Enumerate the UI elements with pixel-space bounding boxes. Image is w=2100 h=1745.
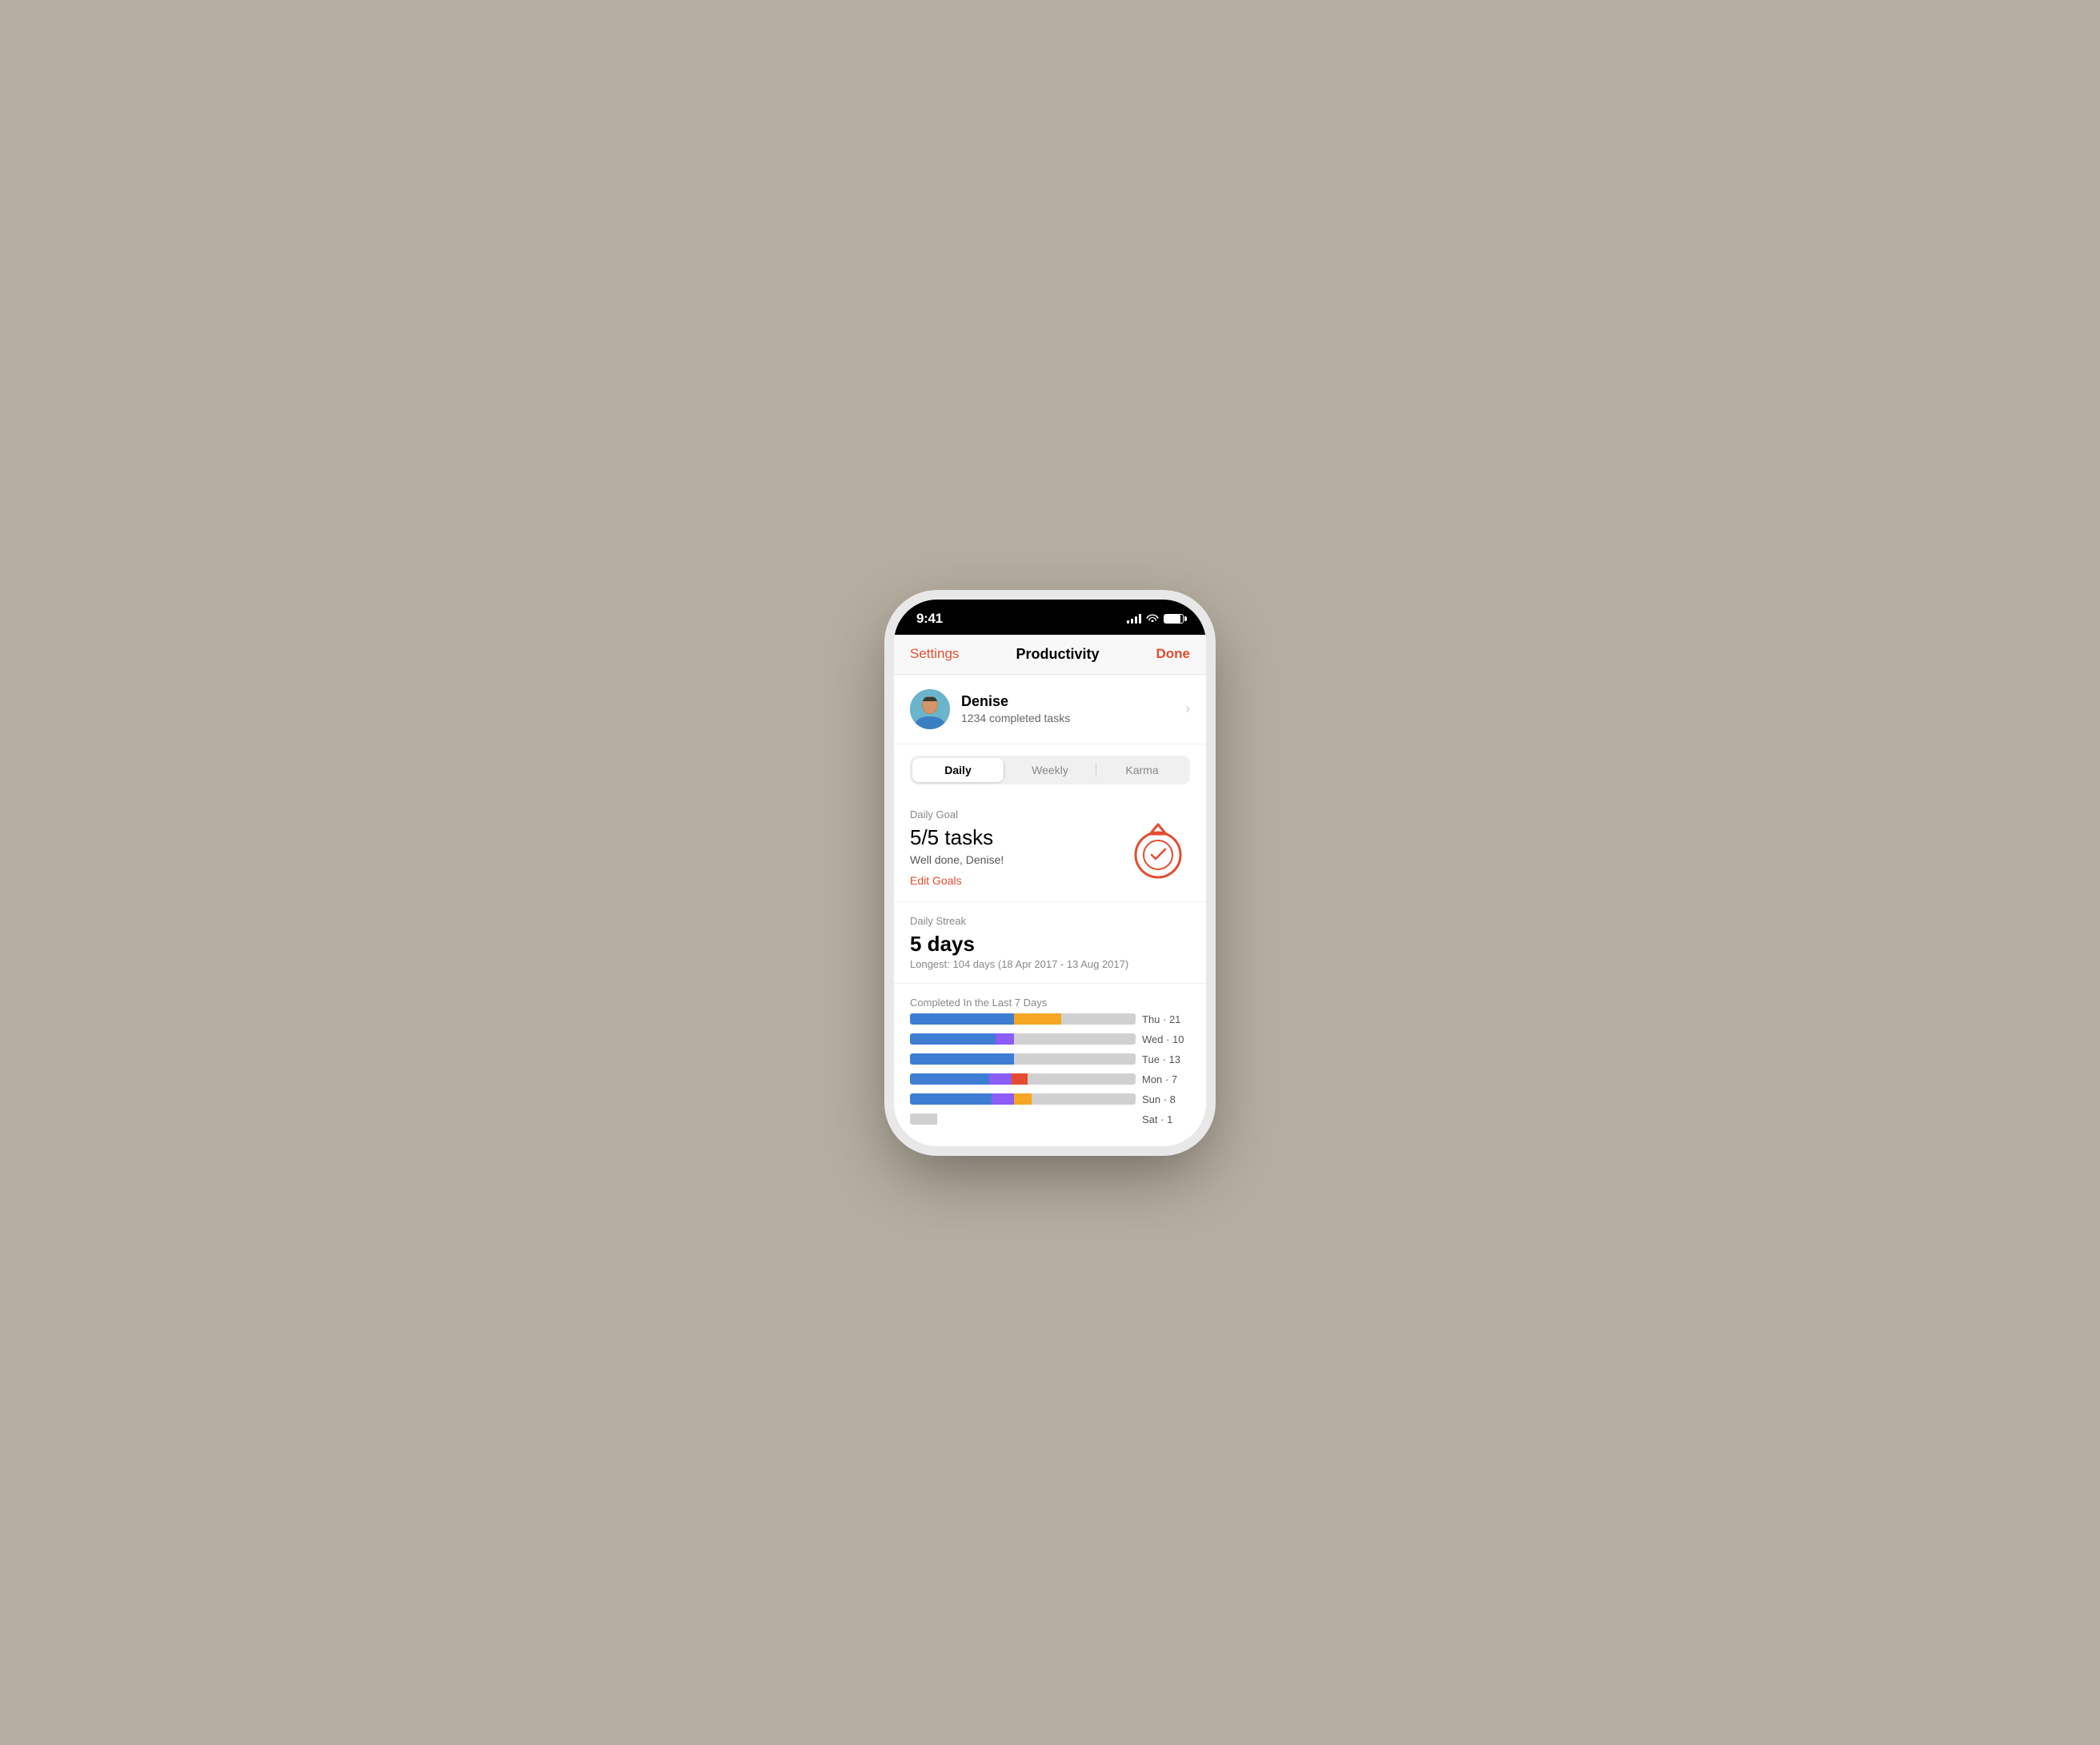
chart-day-label: Tue · 13 bbox=[1142, 1053, 1190, 1065]
tab-segment-control: Daily Weekly Karma bbox=[910, 756, 1190, 784]
goal-tasks-suffix: tasks bbox=[939, 825, 993, 849]
settings-button[interactable]: Settings bbox=[910, 646, 959, 662]
daily-goal-section: Daily Goal 5/5 tasks Well done, Denise! … bbox=[894, 796, 1206, 902]
done-button[interactable]: Done bbox=[1156, 646, 1191, 662]
completed-section: Completed In the Last 7 Days Thu · 21 Wed… bbox=[894, 984, 1206, 1146]
status-icons bbox=[1127, 612, 1184, 624]
bar-container bbox=[910, 1093, 1136, 1105]
daily-goal-label: Daily Goal bbox=[910, 808, 1126, 820]
streak-value: 5 days bbox=[910, 932, 1190, 957]
gray-bar-segment bbox=[1014, 1053, 1136, 1065]
tab-daily[interactable]: Daily bbox=[912, 758, 1004, 782]
user-profile-row[interactable]: Denise 1234 completed tasks › bbox=[894, 675, 1206, 744]
completed-label: Completed In the Last 7 Days bbox=[910, 997, 1190, 1009]
bar-container bbox=[910, 1073, 1136, 1085]
chart-rows: Thu · 21 Wed · 10 Tue · 13 Mon · 7 Sun · 8 Sa… bbox=[910, 1013, 1190, 1125]
gray-bar-segment bbox=[1014, 1033, 1136, 1045]
chart-day-label: Wed · 10 bbox=[1142, 1033, 1190, 1045]
bar-container bbox=[910, 1013, 1136, 1025]
blue-bar-segment bbox=[910, 1073, 989, 1085]
chart-day-label: Thu · 21 bbox=[1142, 1013, 1190, 1025]
avatar bbox=[910, 689, 950, 729]
blue-bar-segment bbox=[910, 1033, 996, 1045]
gray-bar-segment bbox=[1028, 1073, 1136, 1085]
status-bar: 9:41 bbox=[894, 600, 1206, 635]
bar-container bbox=[910, 1033, 1136, 1045]
chart-row: Wed · 10 bbox=[910, 1033, 1190, 1045]
blue-bar-segment bbox=[910, 1093, 992, 1105]
bar-container bbox=[910, 1053, 1136, 1065]
daily-goal-subtitle: Well done, Denise! bbox=[910, 853, 1126, 866]
daily-goal-value: 5/5 tasks bbox=[910, 825, 1126, 850]
bar-container bbox=[910, 1113, 1136, 1125]
streak-longest: Longest: 104 days (18 Apr 2017 - 13 Aug … bbox=[910, 958, 1190, 970]
signal-icon bbox=[1127, 614, 1141, 624]
daily-streak-section: Daily Streak 5 days Longest: 104 days (1… bbox=[894, 902, 1206, 984]
nav-bar: Settings Productivity Done bbox=[894, 635, 1206, 675]
chart-row: Mon · 7 bbox=[910, 1073, 1190, 1085]
wifi-icon bbox=[1146, 612, 1159, 624]
chart-day-label: Sat · 1 bbox=[1142, 1113, 1190, 1125]
user-name: Denise bbox=[961, 693, 1185, 710]
orange-bar-segment bbox=[1014, 1093, 1032, 1105]
purple-bar-segment bbox=[989, 1073, 1012, 1085]
tab-karma[interactable]: Karma bbox=[1096, 758, 1188, 782]
main-content: Denise 1234 completed tasks › Daily Week… bbox=[894, 675, 1206, 1146]
medal-icon bbox=[1126, 816, 1190, 881]
user-task-count: 1234 completed tasks bbox=[961, 712, 1185, 724]
phone-frame: 9:41 Settings Productivity Done bbox=[894, 600, 1206, 1146]
gray-bar-segment bbox=[910, 1113, 937, 1125]
chevron-right-icon: › bbox=[1185, 700, 1190, 717]
blue-bar-segment bbox=[910, 1013, 1014, 1025]
chart-row: Sat · 1 bbox=[910, 1113, 1190, 1125]
goal-left: Daily Goal 5/5 tasks Well done, Denise! … bbox=[910, 808, 1126, 889]
tab-weekly[interactable]: Weekly bbox=[1004, 758, 1096, 782]
gray-bar-segment bbox=[1032, 1093, 1136, 1105]
purple-bar-segment bbox=[992, 1093, 1014, 1105]
streak-label: Daily Streak bbox=[910, 915, 1190, 927]
red-bar-segment bbox=[1012, 1073, 1028, 1085]
chart-row: Sun · 8 bbox=[910, 1093, 1190, 1105]
gray-bar-segment bbox=[1061, 1013, 1136, 1025]
chart-day-label: Sun · 8 bbox=[1142, 1093, 1190, 1105]
orange-bar-segment bbox=[1014, 1013, 1061, 1025]
chart-row: Tue · 13 bbox=[910, 1053, 1190, 1065]
status-time: 9:41 bbox=[916, 611, 943, 627]
chart-day-label: Mon · 7 bbox=[1142, 1073, 1190, 1085]
purple-bar-segment bbox=[996, 1033, 1014, 1045]
goal-fraction: 5/5 bbox=[910, 825, 939, 849]
blue-bar-segment bbox=[910, 1053, 1014, 1065]
battery-icon bbox=[1164, 614, 1184, 624]
page-title: Productivity bbox=[1016, 646, 1099, 663]
chart-row: Thu · 21 bbox=[910, 1013, 1190, 1025]
edit-goals-link[interactable]: Edit Goals bbox=[910, 874, 962, 887]
user-info: Denise 1234 completed tasks bbox=[961, 693, 1185, 724]
